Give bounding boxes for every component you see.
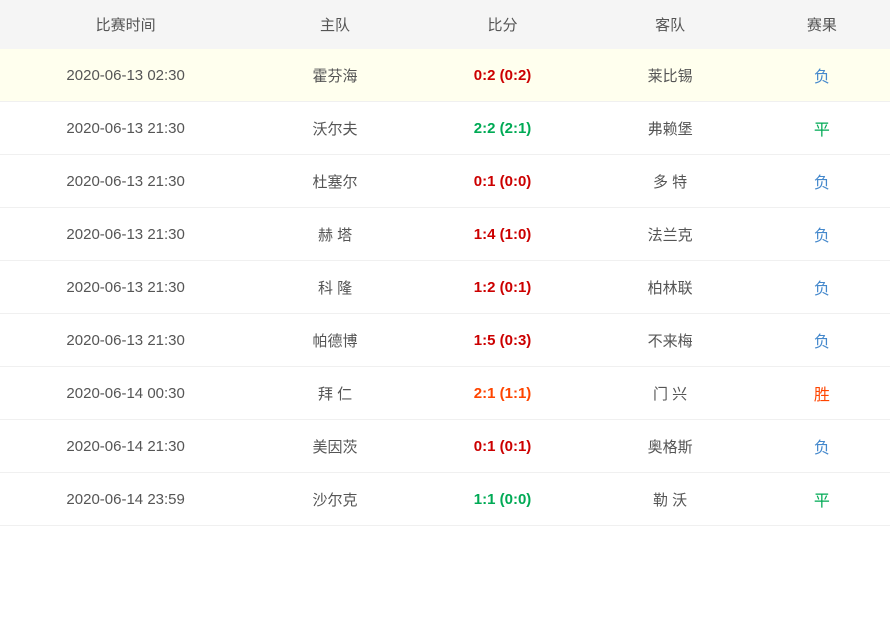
match-score: 1:2 (0:1) bbox=[419, 261, 587, 314]
match-time: 2020-06-14 23:59 bbox=[0, 473, 251, 526]
table-row: 2020-06-14 21:30美因茨0:1 (0:1)奥格斯负 bbox=[0, 420, 890, 473]
match-score: 1:5 (0:3) bbox=[419, 314, 587, 367]
table-row: 2020-06-13 21:30沃尔夫2:2 (2:1)弗赖堡平 bbox=[0, 102, 890, 155]
match-result: 负 bbox=[754, 49, 890, 102]
away-team: 柏林联 bbox=[586, 261, 754, 314]
match-result: 平 bbox=[754, 473, 890, 526]
match-time: 2020-06-13 02:30 bbox=[0, 49, 251, 102]
home-team: 霍芬海 bbox=[251, 49, 419, 102]
match-score: 0:1 (0:0) bbox=[419, 155, 587, 208]
table-row: 2020-06-13 21:30赫 塔1:4 (1:0)法兰克负 bbox=[0, 208, 890, 261]
match-time: 2020-06-13 21:30 bbox=[0, 314, 251, 367]
away-team: 不来梅 bbox=[586, 314, 754, 367]
away-team: 法兰克 bbox=[586, 208, 754, 261]
table-row: 2020-06-13 21:30杜塞尔0:1 (0:0)多 特负 bbox=[0, 155, 890, 208]
home-team: 杜塞尔 bbox=[251, 155, 419, 208]
match-result: 负 bbox=[754, 155, 890, 208]
away-team: 弗赖堡 bbox=[586, 102, 754, 155]
table-row: 2020-06-13 21:30科 隆1:2 (0:1)柏林联负 bbox=[0, 261, 890, 314]
header-score: 比分 bbox=[419, 0, 587, 49]
home-team: 拜 仁 bbox=[251, 367, 419, 420]
home-team: 沙尔克 bbox=[251, 473, 419, 526]
match-score: 1:1 (0:0) bbox=[419, 473, 587, 526]
away-team: 勒 沃 bbox=[586, 473, 754, 526]
match-score: 1:4 (1:0) bbox=[419, 208, 587, 261]
match-result: 负 bbox=[754, 208, 890, 261]
match-time: 2020-06-13 21:30 bbox=[0, 208, 251, 261]
table-row: 2020-06-13 02:30霍芬海0:2 (0:2)莱比锡负 bbox=[0, 49, 890, 102]
match-time: 2020-06-14 00:30 bbox=[0, 367, 251, 420]
match-result: 负 bbox=[754, 314, 890, 367]
home-team: 沃尔夫 bbox=[251, 102, 419, 155]
header-result: 赛果 bbox=[754, 0, 890, 49]
home-team: 帕德博 bbox=[251, 314, 419, 367]
table-row: 2020-06-14 00:30拜 仁2:1 (1:1)门 兴胜 bbox=[0, 367, 890, 420]
table-row: 2020-06-14 23:59沙尔克1:1 (0:0)勒 沃平 bbox=[0, 473, 890, 526]
header-home: 主队 bbox=[251, 0, 419, 49]
matches-table: 比赛时间 主队 比分 客队 赛果 2020-06-13 02:30霍芬海0:2 … bbox=[0, 0, 890, 526]
table-row: 2020-06-13 21:30帕德博1:5 (0:3)不来梅负 bbox=[0, 314, 890, 367]
match-score: 2:1 (1:1) bbox=[419, 367, 587, 420]
away-team: 莱比锡 bbox=[586, 49, 754, 102]
match-result: 胜 bbox=[754, 367, 890, 420]
match-result: 平 bbox=[754, 102, 890, 155]
away-team: 门 兴 bbox=[586, 367, 754, 420]
table-header-row: 比赛时间 主队 比分 客队 赛果 bbox=[0, 0, 890, 49]
header-away: 客队 bbox=[586, 0, 754, 49]
home-team: 美因茨 bbox=[251, 420, 419, 473]
match-score: 2:2 (2:1) bbox=[419, 102, 587, 155]
home-team: 赫 塔 bbox=[251, 208, 419, 261]
match-score: 0:1 (0:1) bbox=[419, 420, 587, 473]
away-team: 奥格斯 bbox=[586, 420, 754, 473]
match-time: 2020-06-13 21:30 bbox=[0, 102, 251, 155]
header-time: 比赛时间 bbox=[0, 0, 251, 49]
match-time: 2020-06-14 21:30 bbox=[0, 420, 251, 473]
match-score: 0:2 (0:2) bbox=[419, 49, 587, 102]
match-time: 2020-06-13 21:30 bbox=[0, 155, 251, 208]
match-result: 负 bbox=[754, 261, 890, 314]
match-time: 2020-06-13 21:30 bbox=[0, 261, 251, 314]
matches-table-container: 比赛时间 主队 比分 客队 赛果 2020-06-13 02:30霍芬海0:2 … bbox=[0, 0, 890, 526]
away-team: 多 特 bbox=[586, 155, 754, 208]
match-result: 负 bbox=[754, 420, 890, 473]
home-team: 科 隆 bbox=[251, 261, 419, 314]
